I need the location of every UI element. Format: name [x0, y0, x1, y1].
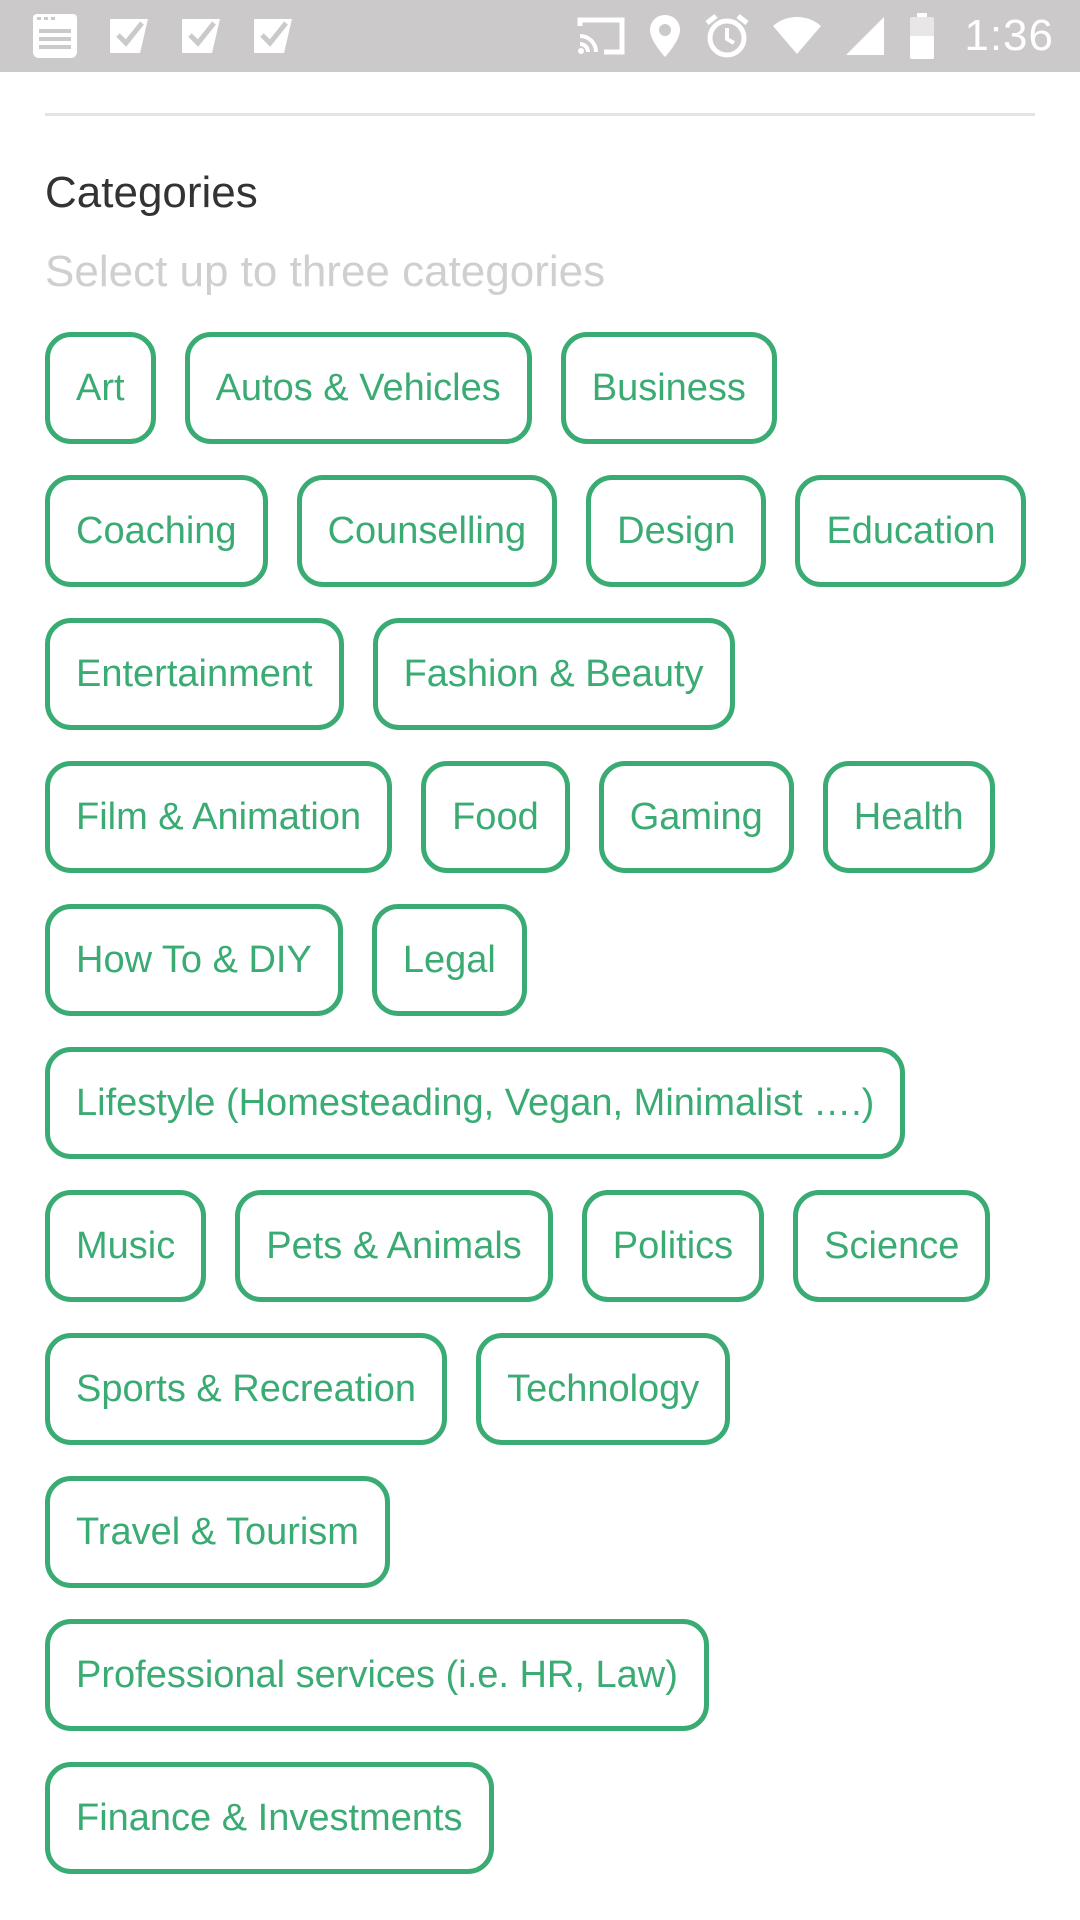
check-badge-icon — [250, 13, 296, 59]
category-chip-fashion-beauty[interactable]: Fashion & Beauty — [372, 618, 735, 730]
chip-row: Coaching Counselling Design Education — [45, 475, 1045, 587]
categories-subtitle: Select up to three categories — [45, 247, 606, 296]
category-chip-education[interactable]: Education — [795, 475, 1027, 587]
check-badge-icon — [178, 13, 224, 59]
category-chip-politics[interactable]: Politics — [581, 1190, 765, 1302]
category-chip-group: Art Autos & Vehicles Business Coaching C… — [45, 332, 1045, 1905]
clock-time: 1:36 — [964, 11, 1054, 60]
chip-row: How To & DIY Legal — [45, 904, 1045, 1016]
category-chip-technology[interactable]: Technology — [476, 1333, 731, 1445]
category-chip-design[interactable]: Design — [586, 475, 767, 587]
check-badge-icon — [106, 13, 152, 59]
chip-row: Sports & Recreation Technology — [45, 1333, 1045, 1445]
category-chip-food[interactable]: Food — [421, 761, 570, 873]
chip-row: Art Autos & Vehicles Business — [45, 332, 1045, 444]
location-pin-icon — [648, 13, 682, 59]
chip-row: Professional services (i.e. HR, Law) — [45, 1619, 1045, 1731]
chip-row: Lifestyle (Homesteading, Vegan, Minimali… — [45, 1047, 1045, 1159]
category-chip-sports-recreation[interactable]: Sports & Recreation — [45, 1333, 448, 1445]
battery-icon — [908, 12, 936, 60]
category-chip-professional-services[interactable]: Professional services (i.e. HR, Law) — [45, 1619, 709, 1731]
category-chip-pets-animals[interactable]: Pets & Animals — [235, 1190, 553, 1302]
cast-icon — [576, 16, 626, 56]
notes-icon — [30, 11, 80, 61]
category-chip-finance-investments[interactable]: Finance & Investments — [45, 1762, 494, 1874]
category-chip-legal[interactable]: Legal — [371, 904, 527, 1016]
chip-row: Finance & Investments — [45, 1762, 1045, 1874]
chip-row: Film & Animation Food Gaming Health — [45, 761, 1045, 873]
category-chip-film-animation[interactable]: Film & Animation — [45, 761, 393, 873]
alarm-icon — [704, 13, 750, 59]
wifi-icon — [772, 16, 822, 56]
category-chip-art[interactable]: Art — [45, 332, 156, 444]
category-chip-coaching[interactable]: Coaching — [45, 475, 268, 587]
category-chip-travel-tourism[interactable]: Travel & Tourism — [45, 1476, 390, 1588]
category-chip-music[interactable]: Music — [45, 1190, 207, 1302]
category-chip-science[interactable]: Science — [793, 1190, 991, 1302]
status-bar: 1:36 — [0, 0, 1080, 72]
chip-row: Entertainment Fashion & Beauty — [45, 618, 1045, 730]
category-chip-autos-vehicles[interactable]: Autos & Vehicles — [184, 332, 532, 444]
chip-row: Music Pets & Animals Politics Science — [45, 1190, 1045, 1302]
chip-row: Travel & Tourism — [45, 1476, 1045, 1588]
top-divider — [45, 113, 1035, 116]
category-chip-how-to-diy[interactable]: How To & DIY — [45, 904, 343, 1016]
category-chip-gaming[interactable]: Gaming — [598, 761, 794, 873]
category-chip-health[interactable]: Health — [822, 761, 995, 873]
categories-title: Categories — [45, 168, 258, 217]
category-chip-business[interactable]: Business — [560, 332, 777, 444]
category-chip-lifestyle[interactable]: Lifestyle (Homesteading, Vegan, Minimali… — [45, 1047, 906, 1159]
category-chip-counselling[interactable]: Counselling — [296, 475, 558, 587]
category-chip-entertainment[interactable]: Entertainment — [45, 618, 344, 730]
signal-icon — [844, 15, 886, 57]
